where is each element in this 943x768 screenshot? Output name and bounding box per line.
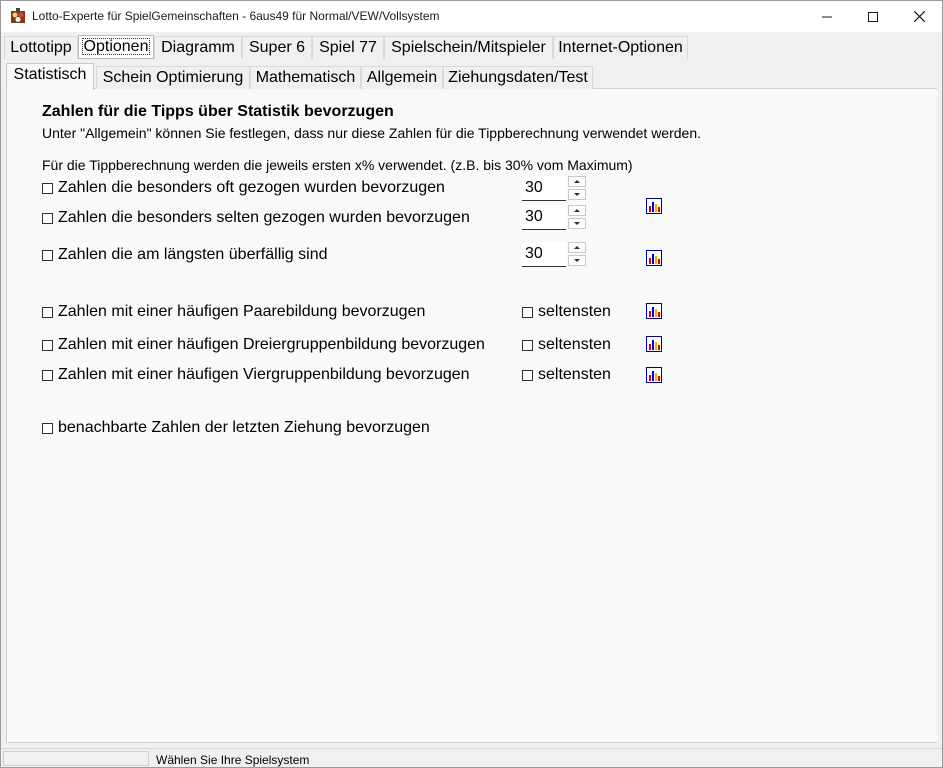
subtab-label: Allgemein [366,69,438,86]
tab-label: Internet-Optionen [558,39,683,56]
tab-label: Spielschein/Mitspieler [391,39,546,56]
spinner-input[interactable]: 30 [522,242,566,267]
checkbox-seltensten[interactable] [522,369,533,381]
tab-lottotipp[interactable]: Lottotipp [4,36,78,59]
tab-label: Diagramm [161,39,235,56]
tab-internet-optionen[interactable]: Internet-Optionen [553,36,688,59]
title-bar[interactable]: Lotto-Experte für SpielGemeinschaften - … [1,1,942,32]
option-label: Zahlen mit einer häufigen Dreiergruppenb… [58,336,485,353]
panel-heading: Zahlen für die Tipps über Statistik bevo… [42,103,394,120]
spinner-up-button[interactable] [568,176,586,187]
option-label: Zahlen mit einer häufigen Viergruppenbil… [58,366,470,383]
seltensten-label: seltensten [538,366,611,383]
spinner-up-button[interactable] [568,242,586,253]
neighbor-option-row[interactable]: benachbarte Zahlen der letzten Ziehung b… [42,418,430,438]
option-row[interactable]: Zahlen die besonders oft gezogen wurden … [42,178,445,198]
group-option-row[interactable]: Zahlen mit einer häufigen Paarebildung b… [42,302,425,322]
bar-chart-icon[interactable] [646,198,662,214]
tab-label: Super 6 [248,39,306,56]
seltensten-row[interactable]: seltensten [522,335,611,355]
spinner-ueberfaellig: 30 [522,242,587,268]
spinner-down-button[interactable] [568,218,586,229]
subtab-label: Statistisch [13,66,87,83]
option-label: Zahlen die besonders oft gezogen wurden … [58,179,445,196]
bar-chart-icon[interactable] [646,367,662,383]
status-bar: Wählen Sie Ihre Spielsystem [1,748,942,767]
tab-diagramm[interactable]: Diagramm [154,36,242,59]
tab-label: Lottotipp [10,39,72,56]
arrow-down-icon [574,259,580,262]
spinner-oft-gezogen: 30 [522,176,587,202]
arrow-up-icon [574,246,580,249]
option-row[interactable]: Zahlen die besonders selten gezogen wurd… [42,208,470,228]
subtab-allgemein[interactable]: Allgemein [361,66,443,89]
bar-chart-icon[interactable] [646,250,662,266]
seltensten-row[interactable]: seltensten [522,302,611,322]
bar-chart-icon[interactable] [646,303,662,319]
spinner-up-button[interactable] [568,205,586,216]
close-button[interactable] [896,1,942,32]
option-label: Zahlen die am längsten überfällig sind [58,246,328,263]
arrow-down-icon [574,222,580,225]
seltensten-row[interactable]: seltensten [522,365,611,385]
minimize-button[interactable] [804,1,850,32]
arrow-up-icon [574,180,580,183]
checkbox-dreiergruppen[interactable] [42,339,53,351]
main-window: Lotto-Experte für SpielGemeinschaften - … [0,0,943,768]
subtab-schein-optimierung[interactable]: Schein Optimierung [96,66,250,89]
checkbox-viergruppen[interactable] [42,369,53,381]
arrow-down-icon [574,193,580,196]
option-label: benachbarte Zahlen der letzten Ziehung b… [58,419,430,436]
spinner-selten-gezogen: 30 [522,205,587,231]
checkbox-benachbarte-zahlen[interactable] [42,422,53,434]
subtab-ziehungsdaten-test[interactable]: Ziehungsdaten/Test [443,66,593,89]
status-text: Wählen Sie Ihre Spielsystem [156,753,310,767]
spinner-input[interactable]: 30 [522,205,566,230]
checkbox-ueberfaellig[interactable] [42,249,53,261]
checkbox-seltensten[interactable] [522,306,533,318]
subtab-label: Mathematisch [255,69,356,86]
subtab-label: Ziehungsdaten/Test [448,69,588,86]
group-option-row[interactable]: Zahlen mit einer häufigen Dreiergruppenb… [42,335,485,355]
spinner-input[interactable]: 30 [522,176,566,201]
subtab-label: Schein Optimierung [102,69,244,86]
minimize-icon [822,16,832,17]
tab-label: Spiel 77 [319,39,377,56]
tab-spiel77[interactable]: Spiel 77 [312,36,384,59]
status-segment [3,751,149,766]
checkbox-seltensten[interactable] [522,339,533,351]
seltensten-label: seltensten [538,336,611,353]
panel-subtext: Unter "Allgemein" können Sie festlegen, … [42,125,702,141]
maximize-icon [868,11,878,22]
window-title: Lotto-Experte für SpielGemeinschaften - … [32,9,440,23]
option-label: Zahlen die besonders selten gezogen wurd… [58,209,470,226]
tab-super6[interactable]: Super 6 [242,36,312,59]
window-edge [937,32,942,748]
spinner-down-button[interactable] [568,189,586,200]
bar-chart-icon[interactable] [646,336,662,352]
lotto-app-icon [11,8,25,23]
option-label: Zahlen mit einer häufigen Paarebildung b… [58,303,426,320]
maximize-button[interactable] [850,1,896,32]
spinner-down-button[interactable] [568,255,586,266]
checkbox-selten-gezogen[interactable] [42,212,53,224]
tab-spielschein-mitspieler[interactable]: Spielschein/Mitspieler [384,36,553,59]
subtab-statistisch[interactable]: Statistisch [6,63,94,90]
option-row[interactable]: Zahlen die am längsten überfällig sind [42,245,328,265]
group-option-row[interactable]: Zahlen mit einer häufigen Viergruppenbil… [42,365,470,385]
close-icon [913,11,925,22]
subtab-mathematisch[interactable]: Mathematisch [250,66,361,89]
checkbox-paarebildung[interactable] [42,306,53,318]
tab-optionen[interactable]: Optionen [78,35,154,59]
checkbox-oft-gezogen[interactable] [42,182,53,194]
arrow-up-icon [574,209,580,212]
tab-label: Optionen [81,38,151,55]
seltensten-label: seltensten [538,303,611,320]
panel-info-text: Für die Tippberechnung werden die jeweil… [42,157,633,173]
